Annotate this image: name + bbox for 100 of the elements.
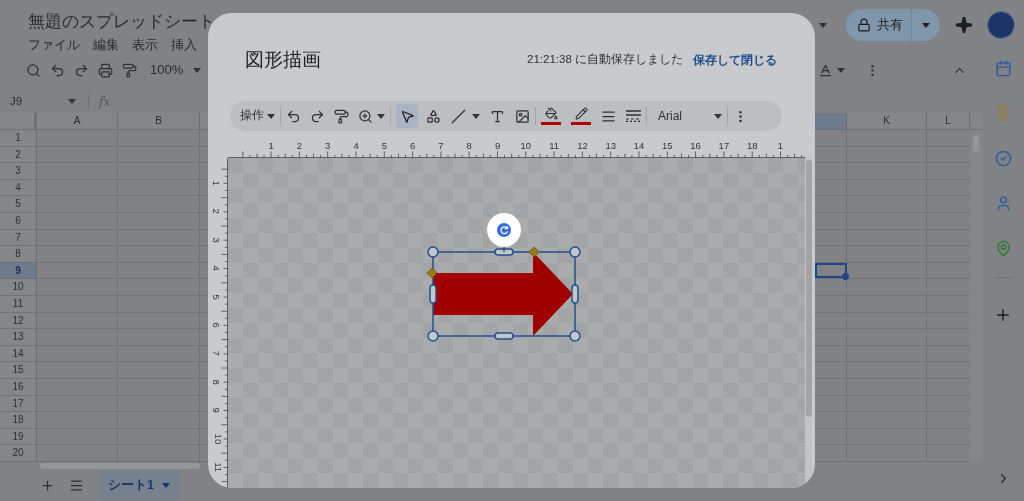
- pencil-icon: [574, 107, 588, 120]
- ruler-number: 10: [213, 432, 224, 446]
- text-color-button[interactable]: [818, 62, 845, 78]
- row-header[interactable]: 13: [0, 329, 37, 345]
- row-header[interactable]: 20: [0, 445, 37, 461]
- avatar[interactable]: [987, 11, 1015, 39]
- caret-icon: [922, 22, 930, 28]
- line-button[interactable]: [451, 108, 480, 124]
- menu-item[interactable]: ファイル: [28, 36, 80, 55]
- column-header[interactable]: K: [847, 113, 927, 129]
- text-box-icon[interactable]: [490, 108, 505, 124]
- menu-item[interactable]: 表示: [132, 36, 158, 55]
- ruler-number: 7: [213, 349, 223, 359]
- ruler-number: 15: [661, 140, 674, 151]
- row-header[interactable]: 5: [0, 196, 37, 212]
- ruler-number: 10: [519, 140, 533, 151]
- caret-icon: [819, 22, 827, 28]
- line-dash-icon[interactable]: [626, 110, 641, 122]
- ruler-number: 6: [213, 321, 223, 330]
- caret-icon: [377, 113, 385, 119]
- redo-icon[interactable]: [310, 108, 325, 124]
- line-icon: [451, 108, 466, 124]
- row-header[interactable]: 15: [0, 362, 37, 378]
- document-title[interactable]: 無題のスプレッドシート: [28, 12, 215, 32]
- scrollbar-thumb[interactable]: [40, 462, 200, 469]
- undo-icon[interactable]: [286, 108, 301, 124]
- column-header[interactable]: A: [37, 113, 118, 129]
- fill-handle[interactable]: [842, 273, 849, 281]
- actions-menu[interactable]: 操作: [240, 107, 275, 125]
- caret-icon: [161, 482, 170, 488]
- search-icon[interactable]: [26, 62, 41, 78]
- undo-icon[interactable]: [50, 62, 65, 78]
- save-close-button[interactable]: 保存して閉じる: [693, 51, 777, 69]
- add-icon[interactable]: [994, 306, 1012, 324]
- selection-frame[interactable]: [426, 246, 581, 342]
- text-color-icon: [818, 62, 833, 78]
- share-button[interactable]: 共有: [846, 15, 911, 35]
- paint-bucket-icon: [544, 107, 558, 120]
- line-color-button[interactable]: [571, 107, 591, 125]
- check-circle-icon[interactable]: [994, 150, 1012, 167]
- print-icon[interactable]: [98, 62, 113, 78]
- font-dropdown[interactable]: Arial: [652, 107, 722, 125]
- row-header[interactable]: 18: [0, 412, 37, 428]
- sheet-tab[interactable]: シート1: [98, 471, 180, 500]
- ruler-number: 14: [632, 140, 646, 151]
- ruler-number: 13: [604, 140, 617, 151]
- ruler-number: 2: [295, 140, 304, 151]
- row-header[interactable]: 10: [0, 279, 37, 295]
- line-weight-icon[interactable]: [601, 108, 616, 124]
- sparkle-icon[interactable]: [955, 16, 973, 34]
- column-header[interactable]: L: [927, 113, 970, 129]
- row-header[interactable]: 8: [0, 246, 37, 262]
- ruler-number: 12: [576, 140, 589, 151]
- menu-item[interactable]: 挿入: [171, 36, 197, 55]
- name-box[interactable]: J9: [10, 92, 78, 111]
- ruler-number: 17: [717, 140, 731, 151]
- zoom-button[interactable]: [358, 108, 385, 124]
- scrollbar-thumb[interactable]: [805, 160, 812, 417]
- fill-color-button[interactable]: [541, 107, 561, 125]
- menu-item[interactable]: 編集: [93, 36, 119, 55]
- row-header[interactable]: 1: [0, 130, 37, 146]
- ruler-number: 5: [380, 140, 388, 151]
- all-sheets-button[interactable]: [69, 477, 84, 493]
- select-tool[interactable]: [396, 104, 418, 128]
- add-sheet-button[interactable]: [40, 477, 55, 493]
- lock-icon: [857, 18, 871, 32]
- row-header[interactable]: 3: [0, 163, 37, 179]
- ruler-number: 8: [213, 378, 223, 387]
- ruler-number: 3: [213, 236, 223, 245]
- ruler-number: 11: [548, 140, 561, 151]
- ruler-number: 6: [409, 140, 417, 151]
- paint-format-icon[interactable]: [122, 62, 137, 78]
- ruler-number: 1: [213, 179, 223, 188]
- ruler-number: 4: [213, 264, 223, 273]
- zoom-icon: [358, 108, 373, 124]
- dialog-title: 図形描画: [245, 47, 321, 72]
- shape-icon[interactable]: [426, 108, 441, 124]
- paint-format-icon[interactable]: [334, 108, 349, 124]
- ruler-number: 1: [267, 140, 275, 151]
- ruler-number: 2: [213, 207, 223, 217]
- ruler-number: 18: [745, 140, 759, 151]
- column-header[interactable]: B: [118, 113, 200, 129]
- caret-icon: [193, 67, 202, 73]
- caret-icon: [837, 67, 845, 73]
- ruler-number: 1: [776, 140, 785, 151]
- zoom-dropdown[interactable]: 100%: [150, 60, 202, 80]
- ruler-number: 3: [324, 140, 332, 151]
- caret-icon: [472, 113, 480, 119]
- ruler-number: 4: [352, 140, 360, 151]
- ruler-number: 5: [213, 293, 223, 302]
- rotate-handle[interactable]: [487, 213, 521, 253]
- ruler-number: 11: [213, 461, 224, 475]
- caret-icon: [267, 113, 275, 119]
- caret-icon: [68, 99, 76, 104]
- ruler-number: 7: [437, 140, 445, 151]
- image-icon[interactable]: [515, 108, 530, 124]
- redo-icon[interactable]: [74, 62, 89, 78]
- autosave-status: 21:21:38 に自動保存しました: [527, 52, 683, 68]
- caret-icon: [714, 113, 722, 119]
- ruler-number: 9: [213, 406, 223, 415]
